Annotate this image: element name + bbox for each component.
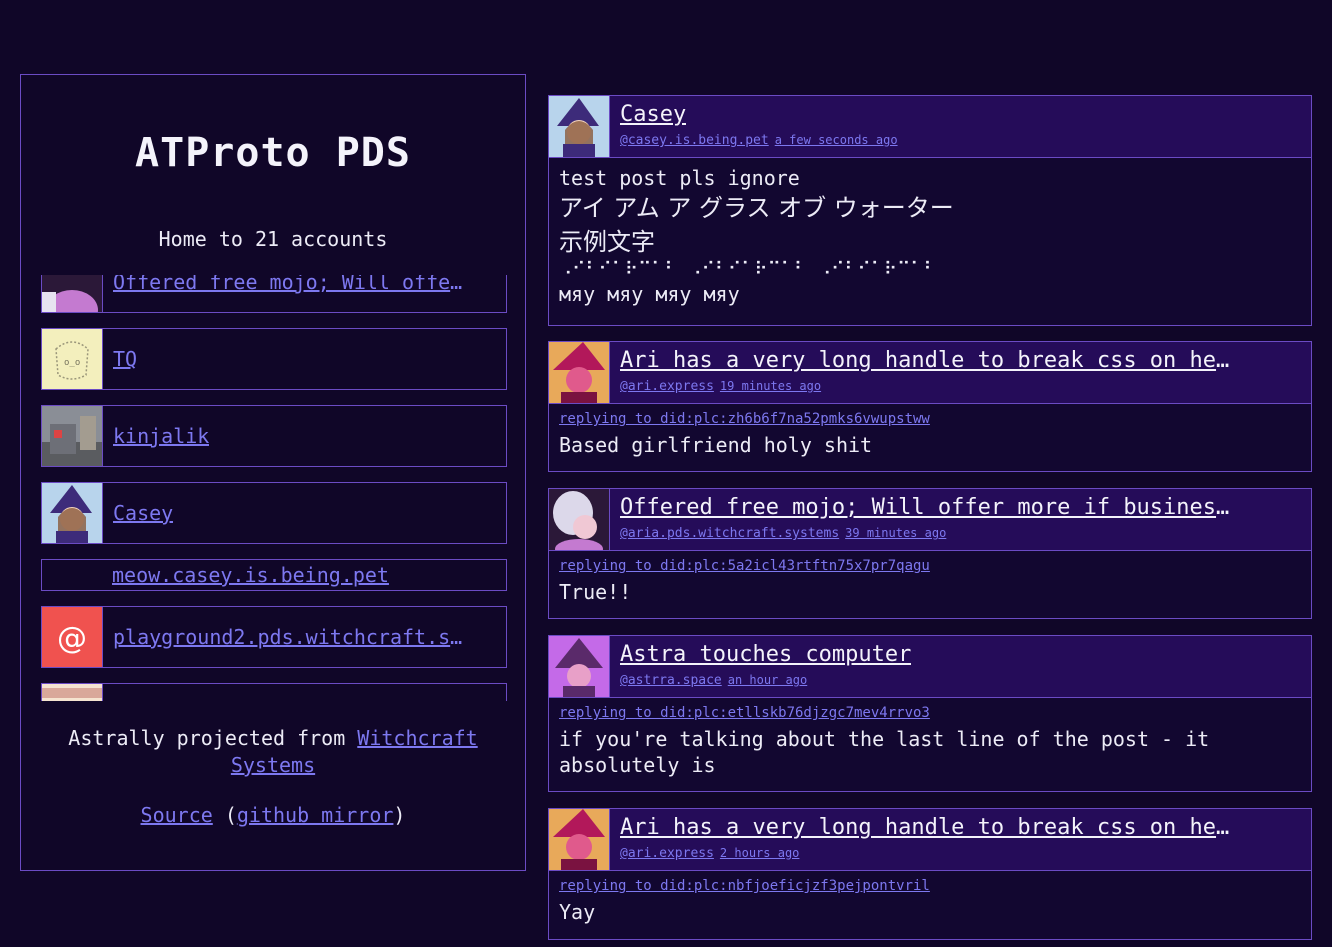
avatar[interactable]: [549, 489, 610, 550]
avatar[interactable]: [549, 342, 610, 403]
post-text-line: ⠠⠊⠃⠊⠁⠗⠉⠁⠃ ⠠⠊⠃⠊⠁⠗⠉⠁⠃ ⠠⠊⠃⠊⠁⠗⠉⠁⠃: [559, 259, 937, 280]
post-text-line: мяу мяу мяу мяу: [559, 282, 740, 306]
post-meta: @ari.express 19 minutes ago: [620, 379, 821, 394]
post-card: Casey @casey.is.being.pet a few seconds a…: [548, 95, 1312, 326]
post-header: Casey @casey.is.being.pet a few seconds a…: [549, 96, 1311, 158]
account-item[interactable]: o_o TQ: [41, 328, 507, 390]
paren-close: ): [393, 803, 406, 827]
post-text-line: アイ アム ア グラス オブ ウォーター: [559, 194, 954, 222]
source-link[interactable]: Source: [141, 803, 213, 827]
account-link[interactable]: meow.casey.is.being.pet: [112, 563, 389, 587]
source-links: Source (github mirror): [21, 803, 525, 827]
account-link[interactable]: Casey: [113, 501, 173, 525]
post-meta: @astrra.space an hour ago: [620, 673, 807, 688]
post-timestamp[interactable]: a few seconds ago: [775, 133, 898, 147]
avatar: [42, 275, 103, 312]
post-header: Astra touches computer @astrra.space an h…: [549, 636, 1311, 698]
author-handle[interactable]: @aria.pds.witchcraft.systems: [620, 526, 839, 541]
post-card: Ari has a very long handle to break css …: [548, 808, 1312, 940]
author-name[interactable]: Offered free mojo; Will offer more if bu…: [620, 495, 1230, 520]
author-handle[interactable]: @casey.is.being.pet: [620, 133, 769, 148]
account-link[interactable]: Offered free mojo; Will offer more if bu…: [113, 275, 473, 294]
post-meta: @ari.express 2 hours ago: [620, 846, 799, 861]
post-card: Astra touches computer @astrra.space an h…: [548, 635, 1312, 792]
post-header: Offered free mojo; Will offer more if bu…: [549, 489, 1311, 551]
post-card: Offered free mojo; Will offer more if bu…: [548, 488, 1312, 619]
post-timestamp[interactable]: 19 minutes ago: [720, 379, 821, 393]
post-timestamp[interactable]: an hour ago: [728, 673, 807, 687]
account-link[interactable]: playground2.pds.witchcraft.systems: [113, 625, 473, 649]
author-handle[interactable]: @astrra.space: [620, 673, 722, 688]
post-body: replying to did:plc:5a2icl43rtftn75x7pr7…: [549, 551, 1311, 611]
post-card: Ari has a very long handle to break css …: [548, 341, 1312, 472]
account-item[interactable]: Offered free mojo; Will offer more if bu…: [41, 275, 507, 313]
account-item[interactable]: @ playground2.pds.witchcraft.systems: [41, 606, 507, 668]
post-meta: @casey.is.being.pet a few seconds ago: [620, 133, 898, 148]
author-name[interactable]: Ari has a very long handle to break css …: [620, 815, 1230, 840]
author-handle[interactable]: @ari.express: [620, 846, 714, 861]
post-body: replying to did:plc:zh6b6f7na52pmks6vwup…: [549, 404, 1311, 464]
svg-text:@: @: [57, 621, 87, 656]
post-body: replying to did:plc:etllskb76djzgc7mev4r…: [549, 698, 1311, 784]
post-text: Yay: [559, 900, 596, 924]
post-body: test post pls ignore アイ アム ア グラス オブ ウォータ…: [549, 158, 1311, 313]
avatar: [42, 406, 103, 466]
instance-panel: ATProto PDS Home to 21 accounts Offered …: [20, 74, 526, 871]
account-item[interactable]: meow.casey.is.being.pet: [41, 559, 507, 591]
reply-link[interactable]: replying to did:plc:zh6b6f7na52pmks6vwup…: [559, 411, 1301, 427]
account-list[interactable]: Offered free mojo; Will offer more if bu…: [41, 275, 507, 701]
post-body: replying to did:plc:nbfjoeficjzf3pejpont…: [549, 871, 1311, 931]
avatar[interactable]: [549, 96, 610, 157]
avatar: [42, 483, 103, 543]
post-text: True!!: [559, 580, 632, 604]
credits: Astrally projected from Witchcraft Syste…: [21, 725, 525, 779]
credits-text: Astrally projected from: [68, 726, 358, 750]
author-name[interactable]: Casey: [620, 102, 686, 127]
at-icon: @: [42, 607, 103, 667]
post-text-line: test post pls ignore: [559, 166, 800, 190]
reply-link[interactable]: replying to did:plc:5a2icl43rtftn75x7pr7…: [559, 558, 1301, 574]
site-title: ATProto PDS: [135, 130, 411, 176]
account-link[interactable]: TQ: [113, 347, 137, 371]
svg-text:o_o: o_o: [64, 358, 80, 368]
post-text-line: 示例文字: [559, 228, 655, 256]
paren-open: (: [212, 803, 237, 827]
author-name[interactable]: Ari has a very long handle to break css …: [620, 348, 1230, 373]
post-timestamp[interactable]: 39 minutes ago: [845, 526, 946, 540]
account-item[interactable]: [41, 683, 507, 701]
author-name[interactable]: Astra touches computer: [620, 642, 911, 667]
github-mirror-link[interactable]: github mirror: [237, 803, 394, 827]
account-item[interactable]: kinjalik: [41, 405, 507, 467]
avatar[interactable]: [549, 809, 610, 870]
reply-link[interactable]: replying to did:plc:nbfjoeficjzf3pejpont…: [559, 878, 1301, 894]
author-handle[interactable]: @ari.express: [620, 379, 714, 394]
account-item[interactable]: Casey: [41, 482, 507, 544]
post-header: Ari has a very long handle to break css …: [549, 342, 1311, 404]
account-link[interactable]: kinjalik: [113, 424, 209, 448]
avatar[interactable]: [549, 636, 610, 697]
post-text: Based girlfriend holy shit: [559, 433, 873, 457]
avatar: [42, 684, 103, 701]
post-meta: @aria.pds.witchcraft.systems 39 minutes a…: [620, 526, 946, 541]
avatar: o_o: [42, 329, 103, 389]
reply-link[interactable]: replying to did:plc:etllskb76djzgc7mev4r…: [559, 705, 1301, 721]
post-timestamp[interactable]: 2 hours ago: [720, 846, 799, 860]
post-text: if you're talking about the last line of…: [559, 727, 1222, 777]
account-count: Home to 21 accounts: [158, 227, 388, 251]
post-header: Ari has a very long handle to break css …: [549, 809, 1311, 871]
